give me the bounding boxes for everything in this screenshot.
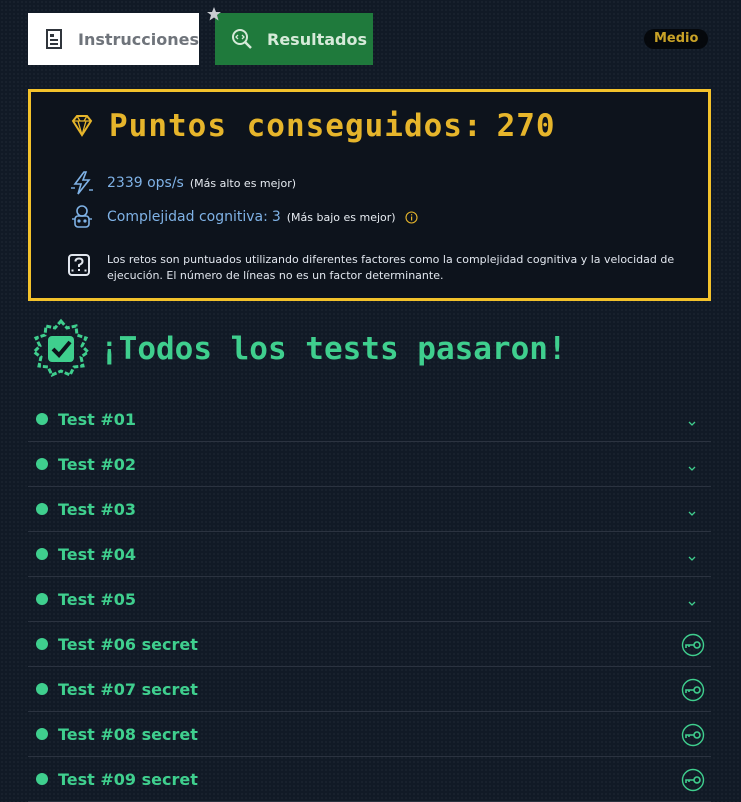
test-label: Test #09 secret — [58, 769, 198, 789]
trophy-diamond-icon — [69, 113, 95, 139]
tab-instructions-label: Instrucciones — [77, 29, 199, 49]
test-row-04[interactable]: Test #04 — [28, 532, 711, 577]
test-row-01[interactable]: Test #01 — [28, 397, 711, 442]
document-icon — [44, 28, 64, 50]
chevron-down-icon[interactable] — [687, 414, 697, 426]
score-title: Puntos conseguidos: — [109, 108, 483, 144]
pass-status-dot — [36, 548, 48, 560]
tab-results-label: Resultados — [267, 29, 367, 49]
test-label: Test #02 — [58, 454, 137, 474]
complexity-label: Complejidad cognitiva: — [107, 209, 268, 225]
difficulty-badge: Medio — [644, 29, 709, 49]
ops-value: 2339 ops/s — [107, 175, 184, 191]
test-row-07-secret[interactable]: Test #07 secret — [28, 667, 711, 712]
complexity-value: 3 — [271, 209, 281, 225]
chevron-down-icon[interactable] — [687, 504, 697, 516]
chevron-down-icon[interactable] — [687, 549, 697, 561]
test-label: Test #05 — [58, 589, 137, 609]
pass-status-dot — [36, 458, 48, 470]
secret-key-icon — [681, 678, 705, 702]
secret-key-icon — [681, 633, 705, 657]
secret-key-icon — [681, 768, 705, 792]
pass-status-dot — [36, 503, 48, 515]
test-row-09-secret[interactable]: Test #09 secret — [28, 757, 711, 802]
test-row-08-secret[interactable]: Test #08 secret — [28, 712, 711, 757]
code-search-icon — [231, 28, 253, 50]
pin-star-icon[interactable] — [206, 6, 222, 22]
tab-results[interactable]: Resultados — [215, 13, 373, 65]
score-points: 270 — [496, 108, 556, 144]
chevron-down-icon[interactable] — [687, 594, 697, 606]
brain-robot-icon — [69, 204, 95, 230]
complexity-note: (Más bajo es mejor) — [286, 210, 396, 224]
test-label: Test #04 — [58, 544, 137, 564]
ops-metric: 2339 ops/s (Más alto es mejor) — [69, 170, 296, 196]
test-label: Test #03 — [58, 499, 137, 519]
pass-status-dot — [36, 638, 48, 650]
result-banner-title: ¡Todos los tests pasaron! — [100, 331, 567, 367]
test-row-06-secret[interactable]: Test #06 secret — [28, 622, 711, 667]
checkmark-badge-icon — [30, 318, 92, 380]
tab-instructions[interactable]: Instrucciones — [28, 13, 199, 65]
complexity-metric: Complejidad cognitiva: 3 (Más bajo es me… — [69, 204, 418, 230]
test-row-02[interactable]: Test #02 — [28, 442, 711, 487]
test-label: Test #08 secret — [58, 724, 198, 744]
test-label: Test #07 secret — [58, 679, 198, 699]
info-icon[interactable] — [405, 210, 418, 224]
ops-note: (Más alto es mejor) — [189, 176, 297, 190]
pass-status-dot — [36, 773, 48, 785]
secret-key-icon — [681, 723, 705, 747]
lightning-icon — [69, 170, 95, 196]
result-banner: ¡Todos los tests pasaron! — [30, 318, 567, 380]
test-list: Test #01 Test #02 Test #03 Test #04 Test… — [28, 397, 711, 802]
pass-status-dot — [36, 728, 48, 740]
pass-status-dot — [36, 413, 48, 425]
chevron-down-icon[interactable] — [687, 459, 697, 471]
pass-status-dot — [36, 593, 48, 605]
test-label: Test #06 secret — [58, 634, 198, 654]
scoring-footnote: Los retos son puntuados utilizando difer… — [107, 253, 675, 282]
test-label: Test #01 — [58, 409, 137, 429]
score-heading: Puntos conseguidos: 270 — [69, 108, 556, 144]
test-row-05[interactable]: Test #05 — [28, 577, 711, 622]
question-dice-icon — [67, 253, 91, 277]
pass-status-dot — [36, 683, 48, 695]
test-row-03[interactable]: Test #03 — [28, 487, 711, 532]
score-panel: Puntos conseguidos: 270 2339 ops/s (Más a… — [28, 89, 711, 301]
